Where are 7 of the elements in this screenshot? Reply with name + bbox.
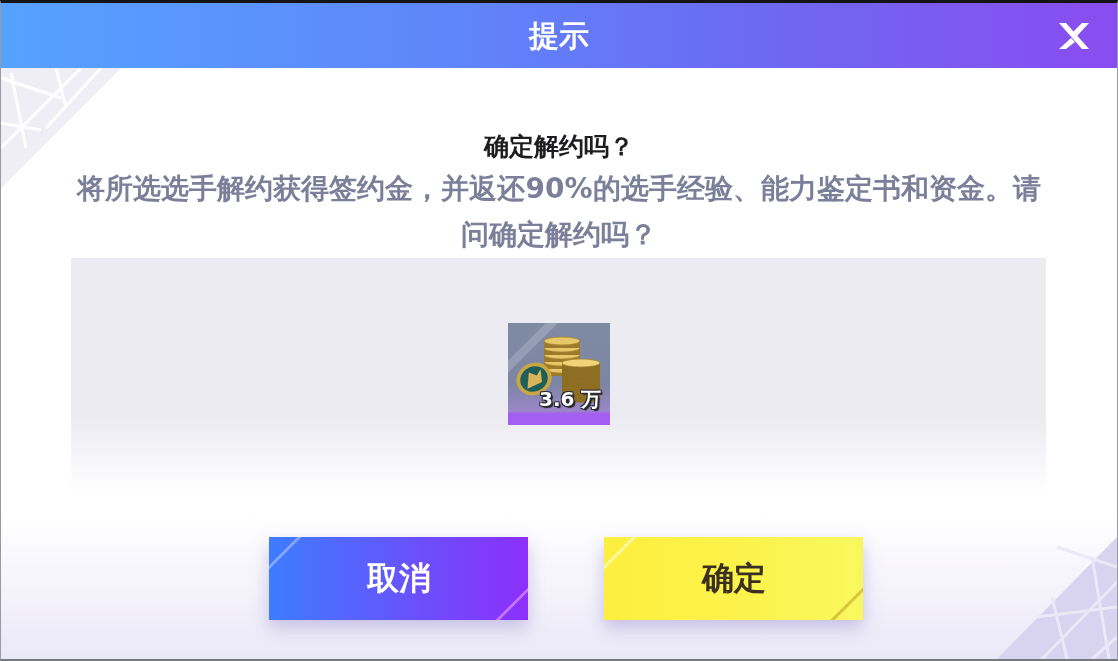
cancel-button[interactable]: 取消 xyxy=(269,537,528,620)
confirm-button[interactable]: 确定 xyxy=(604,537,863,620)
confirm-heading: 确定解约吗？ xyxy=(484,131,634,163)
confirm-message: 将所选选手解约获得签约金，并返还90%的选手经验、能力鉴定书和资金。请问确定解约吗？ xyxy=(75,171,1042,253)
close-icon xyxy=(1057,21,1091,51)
dialog-title: 提示 xyxy=(529,16,589,55)
close-button[interactable] xyxy=(1057,21,1091,51)
